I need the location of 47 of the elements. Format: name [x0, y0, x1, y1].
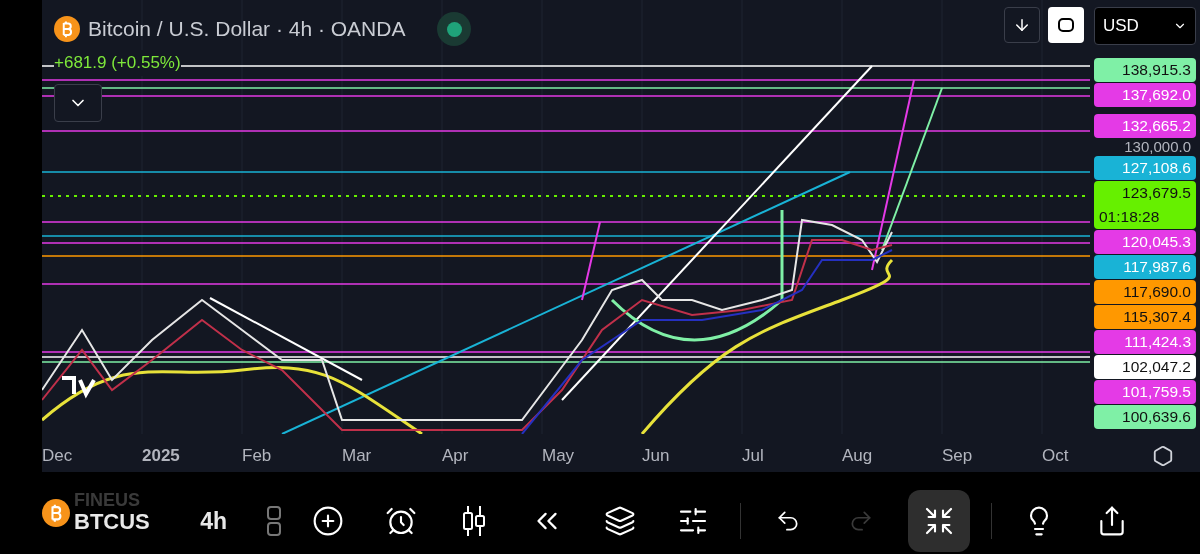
collapse-button[interactable] [908, 490, 970, 552]
price-tag: 100,639.6 [1094, 405, 1196, 429]
price-tag: 102,047.2 [1094, 355, 1196, 379]
alarm-icon [385, 505, 417, 537]
plus-circle-icon [312, 505, 344, 537]
logo-icon [60, 376, 96, 399]
price-tag: 138,915.3 [1094, 58, 1196, 82]
currency-select[interactable]: USD [1094, 7, 1196, 45]
symbol-name[interactable]: BTCUS [74, 509, 150, 535]
price-tag: 137,692.0 [1094, 83, 1196, 107]
price-tag: 115,307.4 [1094, 305, 1196, 329]
price-tag: 127,108.6 [1094, 156, 1196, 180]
time-axis-label: Oct [1042, 445, 1070, 468]
collapse-toggle-button[interactable] [54, 83, 102, 122]
interval-label[interactable]: 4h [200, 503, 227, 539]
candlestick-icon [460, 504, 488, 538]
layers-icon [604, 505, 636, 537]
time-axis-label: Feb [242, 445, 273, 468]
time-axis-label: May [542, 445, 576, 468]
download-button[interactable] [1004, 7, 1040, 43]
time-axis-label: Mar [342, 445, 373, 468]
price-tag: 111,424.3 [1094, 330, 1196, 354]
time-axis-label: Apr [442, 445, 470, 468]
price-tag: 132,665.2 [1094, 114, 1196, 138]
chart-title: Bitcoin / U.S. Dollar · 4h · OANDA [88, 16, 406, 43]
bitcoin-coin-icon [54, 16, 80, 42]
settings-icon[interactable] [1152, 445, 1174, 467]
arrow-down-icon [1013, 16, 1031, 34]
price-tag: 123,679.5 01:18:28 [1094, 181, 1196, 229]
time-axis-label: Aug [842, 445, 874, 468]
time-axis-label: Sep [942, 445, 974, 468]
price-tag: 117,690.0 [1094, 280, 1196, 304]
collapse-arrows-icon [923, 505, 955, 537]
fullscreen-button[interactable] [1048, 7, 1084, 43]
two-squares-icon[interactable] [267, 505, 281, 537]
bitcoin-coin-icon [42, 499, 70, 527]
price-tag: 120,045.3 [1094, 230, 1196, 254]
sliders-icon [677, 505, 709, 537]
price-tag: 101,759.5 [1094, 380, 1196, 404]
price-scale-label: 130,000.0 [1123, 139, 1192, 155]
rounded-square-icon [1057, 16, 1075, 34]
time-axis-label: Jul [742, 445, 765, 468]
time-axis-label: Dec [42, 445, 74, 468]
price-tag: 117,987.6 [1094, 255, 1196, 279]
price-change: +681.9 (+0.55%) [54, 50, 181, 76]
time-axis-label: Jun [642, 445, 671, 468]
time-axis-label: 2025 [142, 445, 181, 468]
